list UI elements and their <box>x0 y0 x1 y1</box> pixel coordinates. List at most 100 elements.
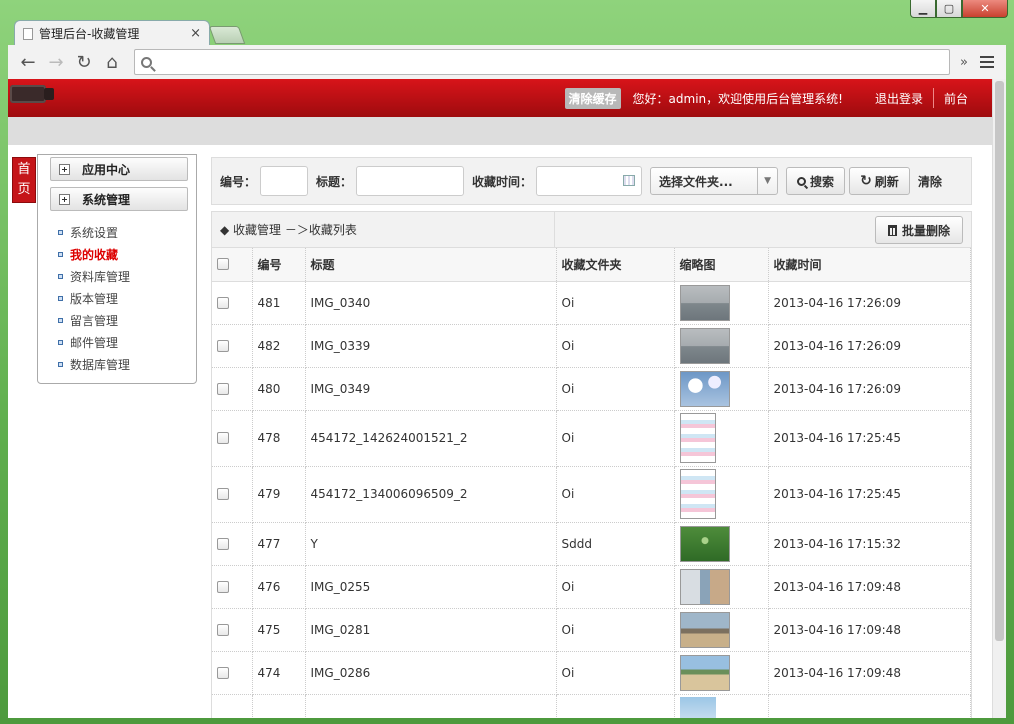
clear-link[interactable]: 清除 <box>918 173 942 190</box>
logout-link[interactable]: 退出登录 <box>865 90 933 107</box>
cell-thumbnail <box>674 608 769 652</box>
table-row[interactable]: 476 IMG_0255 Oi 2013-04-16 17:09:48 <box>212 565 971 609</box>
browser-tab[interactable]: 管理后台-收藏管理 × <box>14 20 210 46</box>
table-row[interactable]: 479 454172_134006096509_2 Oi 2013-04-16 17:… <box>212 466 971 523</box>
batch-delete-button[interactable]: 批量删除 <box>874 216 963 244</box>
back-icon[interactable]: ← <box>14 52 42 73</box>
row-checkbox[interactable] <box>217 488 229 500</box>
new-tab-button[interactable] <box>208 26 246 44</box>
cell-time: 2013-04-16 17:25:45 <box>768 410 971 467</box>
thumbnail-image[interactable] <box>679 370 730 407</box>
row-checkbox[interactable] <box>217 296 229 309</box>
row-checkbox[interactable] <box>217 432 229 444</box>
sidebar-group-label: 系统管理 <box>82 192 131 207</box>
scrollbar-thumb[interactable] <box>995 81 1004 641</box>
folder-select[interactable]: 选择文件夹... ▼ <box>650 167 779 195</box>
sidebar-item-mail[interactable]: 邮件管理 <box>58 331 196 353</box>
cell-thumbnail <box>674 522 769 566</box>
row-checkbox[interactable] <box>217 580 229 593</box>
calendar-icon[interactable] <box>623 175 636 186</box>
search-button[interactable]: 搜索 <box>786 167 846 195</box>
header-nav: 清除缓存 您好：admin，欢迎使用后台管理系统! 退出登录 前台 <box>564 79 978 117</box>
sidebar-item-library[interactable]: 资料库管理 <box>58 265 196 287</box>
clear-cache-button[interactable]: 清除缓存 <box>564 87 621 109</box>
cell-title: 454172_134006096509_2 <box>305 466 557 523</box>
maximize-icon[interactable]: ▢ <box>936 0 962 18</box>
sidebar-group-app-center[interactable]: 应用中心 <box>50 157 188 181</box>
home-tab[interactable]: 首页 <box>12 157 36 203</box>
favorites-grid: ◆ 收藏管理 －＞收藏列表 批量删除 编号 标题 收藏文件夹 缩略图 收藏时间 <box>211 211 972 718</box>
close-window-icon[interactable]: ✕ <box>962 0 1008 18</box>
thumbnail-image[interactable] <box>679 568 730 605</box>
col-title[interactable]: 标题 <box>305 248 557 282</box>
thumbnail-image[interactable] <box>679 611 730 648</box>
bookmarks-overflow-icon[interactable]: » <box>960 55 968 70</box>
table-row[interactable]: 480 IMG_0349 Oi 2013-04-16 17:26:09 <box>212 367 971 411</box>
table-row[interactable]: 475 IMG_0281 Oi 2013-04-16 17:09:48 <box>212 608 971 652</box>
row-checkbox[interactable] <box>217 339 229 352</box>
cell-time: 2013-04-16 17:25:45 <box>768 466 971 523</box>
table-row[interactable]: 478 454172_142624001521_2 Oi 2013-04-16 17:… <box>212 410 971 467</box>
row-checkbox[interactable] <box>217 623 229 636</box>
table-row[interactable]: 477 Y Sddd 2013-04-16 17:15:32 <box>212 522 971 566</box>
cell-id: 480 <box>252 367 306 411</box>
select-all-checkbox[interactable] <box>217 258 229 271</box>
row-checkbox[interactable] <box>217 382 229 395</box>
sidebar-group-system[interactable]: 系统管理 <box>50 187 188 211</box>
expand-icon <box>59 193 70 205</box>
cell-thumbnail <box>674 367 769 411</box>
minimize-icon[interactable]: ▁ <box>910 0 936 18</box>
empty-cell <box>556 694 675 718</box>
title-input[interactable] <box>356 166 465 196</box>
sidebar-item-my-favorites[interactable]: 我的收藏 <box>58 243 196 265</box>
cell-thumbnail <box>674 324 769 368</box>
folder-select-value: 选择文件夹... <box>659 174 733 189</box>
sidebar-item-versions[interactable]: 版本管理 <box>58 287 196 309</box>
table-row[interactable]: 474 IMG_0286 Oi 2013-04-16 17:09:48 <box>212 651 971 695</box>
cell-title: 454172_142624001521_2 <box>305 410 557 467</box>
thumbnail-image[interactable] <box>679 327 730 364</box>
cell-folder: Oi <box>556 565 675 609</box>
thumbnail-image[interactable] <box>679 697 716 718</box>
page-scrollbar[interactable] <box>992 79 1006 718</box>
thumbnail-image[interactable] <box>679 525 730 562</box>
address-bar[interactable] <box>134 49 950 75</box>
cell-id: 477 <box>252 522 306 566</box>
tab-close-icon[interactable]: × <box>190 26 201 41</box>
sidebar-item-system-settings[interactable]: 系统设置 <box>58 221 196 243</box>
forward-icon[interactable]: → <box>42 52 70 73</box>
row-checkbox[interactable] <box>217 666 229 679</box>
id-input[interactable] <box>260 166 309 196</box>
home-icon[interactable]: ⌂ <box>98 52 126 73</box>
batch-delete-label: 批量删除 <box>901 223 950 238</box>
refresh-button-label: 刷新 <box>874 174 899 189</box>
reload-icon[interactable]: ↻ <box>70 52 98 73</box>
thumbnail-image[interactable] <box>679 654 730 691</box>
table-row[interactable]: 482 IMG_0339 Oi 2013-04-16 17:26:09 <box>212 324 971 368</box>
sidebar-item-messages[interactable]: 留言管理 <box>58 309 196 331</box>
frontend-link[interactable]: 前台 <box>934 90 978 107</box>
sidebar-item-database[interactable]: 数据库管理 <box>58 353 196 375</box>
sidebar-item-label: 系统设置 <box>70 225 119 240</box>
col-time[interactable]: 收藏时间 <box>768 248 971 282</box>
menu-icon[interactable] <box>979 53 994 71</box>
thumbnail-image[interactable] <box>679 284 730 321</box>
refresh-button[interactable]: ↻ 刷新 <box>849 167 910 195</box>
sidebar-menu: 系统设置 我的收藏 资料库管理 版本管理 留言管理 邮件管理 数据库管理 <box>38 221 196 375</box>
col-folder[interactable]: 收藏文件夹 <box>556 248 675 282</box>
row-select-cell <box>212 565 253 609</box>
search-icon <box>141 56 152 68</box>
row-checkbox[interactable] <box>217 537 229 550</box>
col-id[interactable]: 编号 <box>252 248 306 282</box>
thumbnail-image[interactable] <box>679 413 716 463</box>
select-all-cell <box>212 248 253 282</box>
chevron-down-icon: ▼ <box>757 168 777 194</box>
date-input[interactable] <box>536 166 643 196</box>
thumbnail-image[interactable] <box>679 469 716 519</box>
table-header-row: 编号 标题 收藏文件夹 缩略图 收藏时间 <box>212 248 971 282</box>
table-row[interactable]: 481 IMG_0340 Oi 2013-04-16 17:26:09 <box>212 281 971 325</box>
trash-icon <box>887 224 897 236</box>
admin-header: 清除缓存 您好：admin，欢迎使用后台管理系统! 退出登录 前台 <box>8 79 992 117</box>
favorites-table: 编号 标题 收藏文件夹 缩略图 收藏时间 481 IMG_0340 Oi 2013-0… <box>212 248 971 718</box>
table-row[interactable] <box>212 694 971 718</box>
